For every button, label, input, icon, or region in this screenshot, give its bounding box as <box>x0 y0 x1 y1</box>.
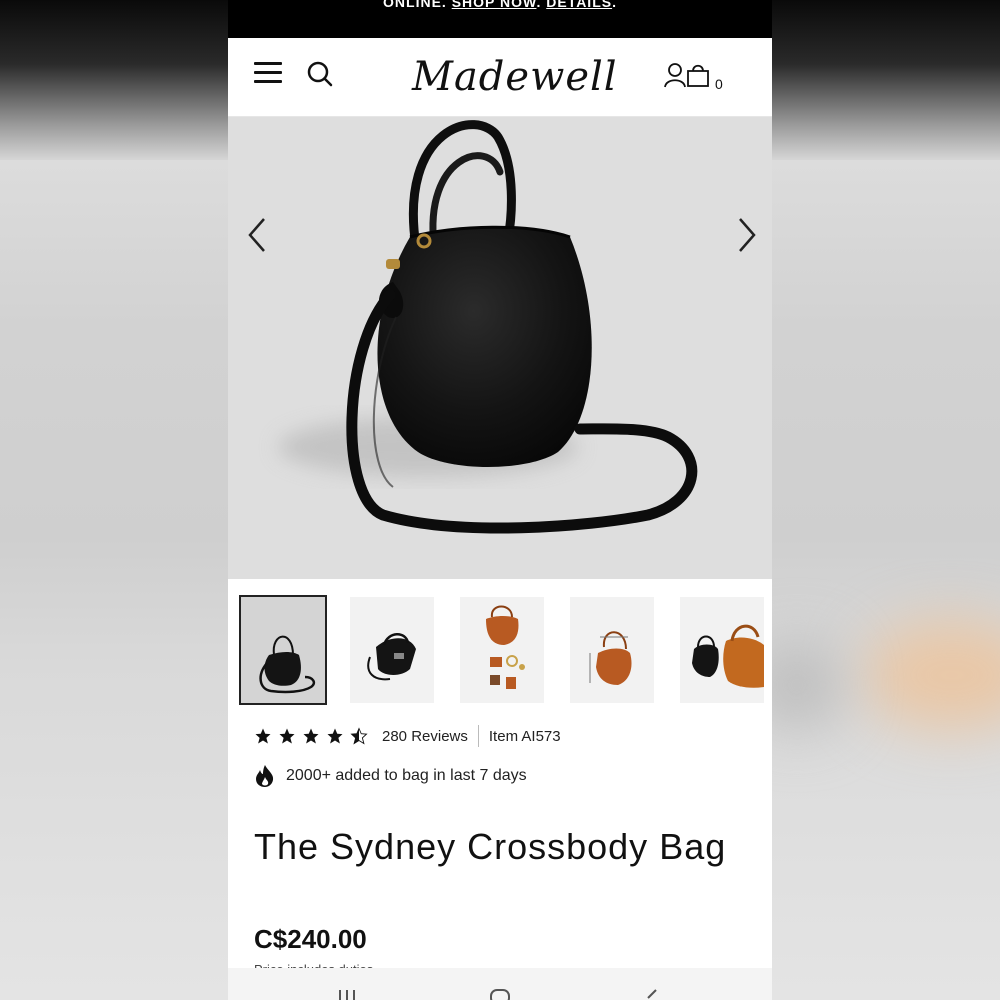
menu-icon[interactable] <box>254 62 282 86</box>
flame-icon <box>256 765 274 787</box>
details-link[interactable]: DETAILS <box>546 0 612 10</box>
product-image-carousel[interactable] <box>228 117 772 579</box>
star-rating[interactable] <box>254 727 368 745</box>
promo-text: ONLINE. <box>383 0 452 10</box>
shop-now-link[interactable]: SHOP NOW <box>452 0 537 10</box>
bag-count: 0 <box>715 76 723 92</box>
reviews-link[interactable]: 280 Reviews <box>382 728 468 745</box>
product-price: C$240.00 <box>254 924 367 954</box>
divider <box>477 725 479 747</box>
thumbnail-3[interactable] <box>460 597 544 703</box>
thumbnail-5[interactable] <box>680 597 764 703</box>
thumbnail-1[interactable] <box>239 595 327 705</box>
recents-icon[interactable] <box>336 986 358 1000</box>
madewell-logo[interactable]: Madewell <box>412 50 617 104</box>
thumbnail-4[interactable] <box>570 597 654 703</box>
phone-screen: ONLINE. SHOP NOW. DETAILS. Madewell 0 28… <box>228 0 772 1000</box>
star-icon <box>279 728 295 744</box>
background-right <box>772 0 1000 1000</box>
bag-icon[interactable] <box>686 62 710 88</box>
thumbnail-2[interactable] <box>350 597 434 703</box>
star-icon <box>303 728 319 744</box>
account-icon[interactable] <box>664 62 688 88</box>
thumbnail-strip <box>228 590 772 706</box>
back-icon[interactable] <box>642 986 662 1000</box>
site-header: Madewell 0 <box>228 38 772 117</box>
social-proof-text: 2000+ added to bag in last 7 days <box>286 767 527 784</box>
promo-banner: ONLINE. SHOP NOW. DETAILS. <box>228 0 772 38</box>
social-proof-row: 2000+ added to bag in last 7 days <box>254 762 527 790</box>
product-title: The Sydney Crossbody Bag <box>254 826 727 867</box>
android-nav-bar <box>228 968 772 1000</box>
search-icon[interactable] <box>306 60 334 88</box>
item-number: Item AI573 <box>488 727 561 745</box>
carousel-prev-button[interactable] <box>242 215 274 255</box>
home-icon[interactable] <box>488 986 512 1000</box>
rating-row: 280 Reviews Item AI573 <box>254 722 561 750</box>
background-left <box>0 0 228 1000</box>
half-star-icon <box>350 727 368 745</box>
promo-end: . <box>612 0 617 10</box>
chevron-right-icon <box>739 218 756 252</box>
promo-separator: . <box>536 0 547 10</box>
star-icon <box>327 728 343 744</box>
product-main-image <box>278 120 698 534</box>
chevron-left-icon <box>248 218 265 252</box>
star-icon <box>255 728 271 744</box>
carousel-next-button[interactable] <box>730 215 762 255</box>
